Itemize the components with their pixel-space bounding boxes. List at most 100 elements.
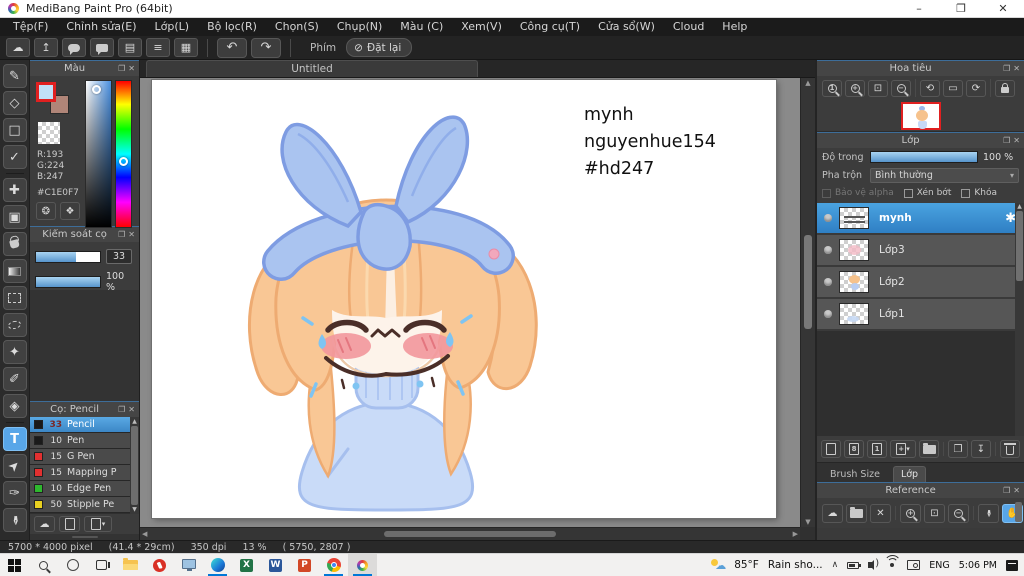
redo-button[interactable]: ↷ <box>251 37 281 58</box>
close-button[interactable]: ✕ <box>982 0 1024 18</box>
hue-cursor[interactable] <box>119 156 128 166</box>
add-brush-button[interactable] <box>59 516 80 532</box>
zoom-in-button[interactable]: + <box>845 79 865 97</box>
select-pen-tool[interactable]: ✐ <box>2 367 27 391</box>
layer-row-lop3[interactable]: Lớp3 <box>817 235 1024 267</box>
fit-screen-button[interactable]: ⊡ <box>868 79 888 97</box>
foreground-color-swatch[interactable] <box>36 82 56 102</box>
reference-eyedropper-button[interactable]: ✒ <box>978 503 999 523</box>
palette-button[interactable]: ❂ <box>36 202 56 220</box>
duplicate-layer-button[interactable]: ❐ <box>948 440 968 458</box>
magic-wand-tool[interactable]: ✦ <box>2 340 27 364</box>
reference-cloud-button[interactable]: ☁ <box>822 503 843 523</box>
saturation-value-picker[interactable] <box>85 80 112 228</box>
reference-clear-button[interactable]: ✕ <box>870 503 891 523</box>
eraser-tool[interactable]: ◇ <box>2 91 27 115</box>
rotate-left-button[interactable]: ⟲ <box>920 79 940 97</box>
menu-mau[interactable]: Màu (C) <box>391 18 452 36</box>
alpha-protect-checkbox[interactable]: Bảo vệ alpha <box>822 188 894 198</box>
brush-cloud-button[interactable]: ☁ <box>34 516 55 532</box>
move-tool[interactable]: ✚ <box>2 178 27 202</box>
select-tool[interactable] <box>2 286 27 310</box>
eyedropper-tool[interactable]: ✒ <box>2 508 27 532</box>
scrollbar-handle[interactable] <box>131 426 138 505</box>
menu-bo-loc[interactable]: Bộ lọc(R) <box>198 18 266 36</box>
fill-shape-tool[interactable]: ▣ <box>2 205 27 229</box>
menu-help[interactable]: Help <box>713 18 756 36</box>
taskbar-search-button[interactable] <box>29 554 58 576</box>
layer-opacity-slider[interactable] <box>870 151 978 163</box>
menu-tep[interactable]: Tệp(F) <box>4 18 57 36</box>
list-button[interactable]: ≡ <box>146 38 170 57</box>
document-tab[interactable]: Untitled <box>146 60 478 77</box>
merge-layer-button[interactable]: ↧ <box>971 440 991 458</box>
add-layer-menu-button[interactable]: + ▾ <box>890 440 916 458</box>
navigator-thumbnail[interactable] <box>900 101 941 130</box>
brush-tool[interactable]: ✎ <box>2 64 27 88</box>
layer-folder-button[interactable] <box>919 440 939 458</box>
file-explorer-button[interactable] <box>116 554 145 576</box>
language-indicator[interactable]: ENG <box>929 560 949 571</box>
zoom-actual-button[interactable]: 1 <box>822 79 842 97</box>
menu-cloud[interactable]: Cloud <box>664 18 713 36</box>
popout-icon[interactable]: ❐ <box>118 230 125 239</box>
brush-size-value[interactable]: 33 <box>106 249 132 264</box>
excel-button[interactable]: X <box>232 554 261 576</box>
close-icon[interactable]: ✕ <box>128 64 135 73</box>
brush-opacity-slider[interactable] <box>35 276 101 288</box>
zoom-out-button[interactable]: − <box>891 79 911 97</box>
sv-picker-cursor[interactable] <box>92 85 101 94</box>
chat-button[interactable] <box>62 38 86 57</box>
menu-cong-cu[interactable]: Công cụ(T) <box>511 18 589 36</box>
clock[interactable]: 5:06 PM <box>959 560 997 571</box>
show-hidden-icons-chevron[interactable]: ∧ <box>832 560 839 570</box>
popout-icon[interactable]: ❐ <box>1003 486 1010 495</box>
medibang-taskbar-button[interactable] <box>348 554 377 576</box>
reference-open-button[interactable] <box>846 503 867 523</box>
close-icon[interactable]: ✕ <box>1013 486 1020 495</box>
edge-button[interactable] <box>203 554 232 576</box>
layer-visibility-icon[interactable] <box>824 246 832 254</box>
speaker-icon[interactable] <box>868 558 879 570</box>
popout-icon[interactable]: ❐ <box>118 64 125 73</box>
start-button[interactable] <box>0 554 29 576</box>
popout-icon[interactable]: ❐ <box>1003 64 1010 73</box>
scroll-left-icon[interactable]: ◀ <box>142 530 147 538</box>
scroll-right-icon[interactable]: ▶ <box>793 530 798 538</box>
brush-row-pen[interactable]: 10 Pen <box>30 433 139 449</box>
menu-chinh-sua[interactable]: Chỉnh sửa(E) <box>57 18 145 36</box>
new-1bit-layer-button[interactable]: 1 <box>867 440 887 458</box>
chrome-button[interactable] <box>319 554 348 576</box>
polyline-tool[interactable]: ✓ <box>2 145 27 169</box>
delete-layer-button[interactable] <box>1000 440 1020 458</box>
popout-icon[interactable]: ❐ <box>1003 136 1010 145</box>
brush-row-gpen[interactable]: 15 G Pen <box>30 449 139 465</box>
undo-button[interactable]: ↶ <box>217 37 247 58</box>
scroll-down-icon[interactable]: ▼ <box>132 506 137 513</box>
brush-row-stipple-pen[interactable]: 50 Stipple Pe <box>30 497 139 513</box>
layer-visibility-icon[interactable] <box>824 278 832 286</box>
weather-icon[interactable]: ☁ <box>711 559 726 571</box>
tablet-icon[interactable] <box>907 560 921 570</box>
scrollbar-handle[interactable] <box>1016 211 1023 281</box>
document-button[interactable]: ▤ <box>118 38 142 57</box>
text-tool[interactable]: T <box>2 427 27 451</box>
bucket-tool[interactable] <box>2 232 27 256</box>
minimize-button[interactable]: – <box>898 0 940 18</box>
hue-slider[interactable] <box>115 80 132 228</box>
cloud-save-button[interactable]: ☁ <box>6 38 30 57</box>
reset-rotation-button[interactable]: ▭ <box>943 79 963 97</box>
vertical-scrollbar[interactable]: ▲ ▼ <box>800 78 815 527</box>
layer-row-mynh[interactable]: mynh ✱ <box>817 203 1024 235</box>
layout-button[interactable]: ▦ <box>174 38 198 57</box>
layer-visibility-icon[interactable] <box>824 214 832 222</box>
comment-button[interactable] <box>90 38 114 57</box>
powerpoint-button[interactable]: P <box>290 554 319 576</box>
popout-icon[interactable]: ❐ <box>118 405 125 414</box>
lock-checkbox[interactable]: Khóa <box>961 188 997 198</box>
canvas-viewport[interactable]: mynh nguyenhue154 #hd247 ▲ ▼ ◀ ▶ <box>140 78 815 540</box>
horizontal-scrollbar[interactable]: ◀ ▶ <box>140 527 800 540</box>
close-icon[interactable]: ✕ <box>1013 64 1020 73</box>
scrollbar-handle[interactable] <box>804 235 812 330</box>
layer-visibility-icon[interactable] <box>824 310 832 318</box>
